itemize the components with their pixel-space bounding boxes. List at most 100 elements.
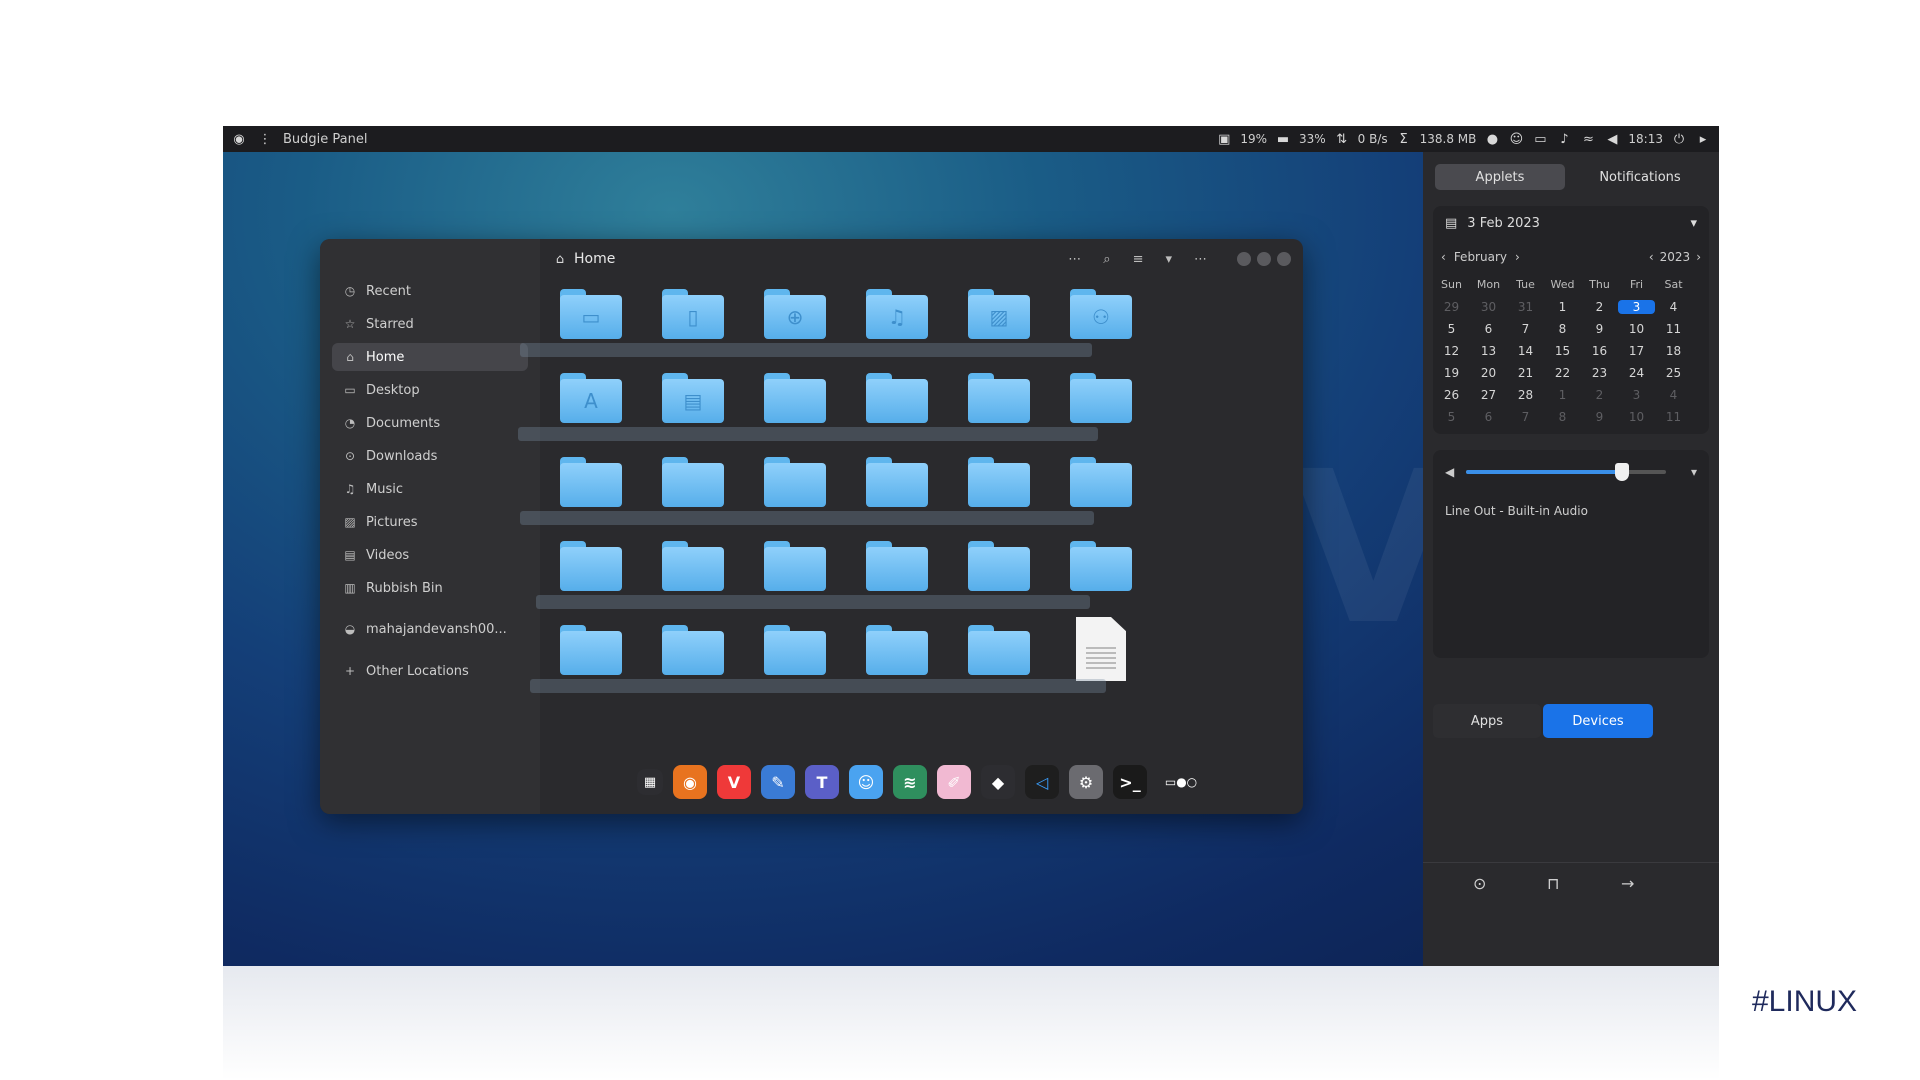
folder[interactable]: [866, 457, 928, 507]
calendar-day[interactable]: 5: [1433, 322, 1470, 336]
folder[interactable]: [662, 457, 724, 507]
calendar-day[interactable]: 6: [1470, 410, 1507, 424]
workspace-switcher-icon[interactable]: ▭●○: [1157, 765, 1205, 799]
folder[interactable]: [662, 541, 724, 591]
calendar-day[interactable]: 3: [1618, 388, 1655, 402]
close-button[interactable]: [1277, 252, 1291, 266]
folder-public[interactable]: ⚇: [1070, 289, 1132, 339]
folder[interactable]: [560, 625, 622, 675]
tab-devices[interactable]: Devices: [1543, 704, 1653, 738]
folder[interactable]: [866, 373, 928, 423]
calendar-day[interactable]: 21: [1507, 366, 1544, 380]
folder[interactable]: [764, 373, 826, 423]
prev-month-icon[interactable]: ‹: [1441, 250, 1446, 264]
folder[interactable]: [866, 625, 928, 675]
text-file-icon[interactable]: [1076, 617, 1126, 681]
folder[interactable]: [764, 541, 826, 591]
calendar-day[interactable]: 4: [1655, 300, 1692, 314]
tab-applets[interactable]: Applets: [1435, 164, 1565, 190]
sidebar-item-desktop[interactable]: ▭ Desktop: [332, 376, 528, 404]
more-menu-icon[interactable]: ⋯: [1068, 252, 1081, 267]
folder[interactable]: [764, 457, 826, 507]
location-title[interactable]: Home: [574, 251, 615, 267]
calendar-day[interactable]: 26: [1433, 388, 1470, 402]
folder-pictures[interactable]: ▨: [968, 289, 1030, 339]
calendar-day[interactable]: 8: [1544, 410, 1581, 424]
calendar-day[interactable]: 8: [1544, 322, 1581, 336]
calendar-day[interactable]: 30: [1470, 300, 1507, 314]
calendar-day[interactable]: 22: [1544, 366, 1581, 380]
calendar-day[interactable]: 2: [1581, 388, 1618, 402]
calendar-day[interactable]: 9: [1581, 410, 1618, 424]
sidebar-item-videos[interactable]: ▤ Videos: [332, 541, 528, 569]
calendar-day[interactable]: 7: [1507, 410, 1544, 424]
chevron-down-icon[interactable]: ▾: [1691, 465, 1697, 479]
tab-notifications[interactable]: Notifications: [1573, 164, 1707, 190]
next-year-icon[interactable]: ›: [1696, 250, 1701, 264]
emoji-icon[interactable]: ☺: [1508, 131, 1524, 147]
folder[interactable]: [968, 625, 1030, 675]
sidebar-item-documents[interactable]: ◔ Documents: [332, 409, 528, 437]
calendar-day[interactable]: 31: [1507, 300, 1544, 314]
folder[interactable]: [560, 541, 622, 591]
folder[interactable]: [1070, 457, 1132, 507]
logout-icon[interactable]: →: [1621, 874, 1634, 893]
clock[interactable]: 18:13: [1628, 132, 1663, 146]
sidebar-item-rubbish-bin[interactable]: ▥ Rubbish Bin: [332, 574, 528, 602]
window-icon[interactable]: ▭: [1532, 131, 1548, 147]
chevron-down-icon[interactable]: ▾: [1165, 252, 1172, 267]
sidebar-item-downloads[interactable]: ⊙ Downloads: [332, 442, 528, 470]
notes-icon[interactable]: ✐: [937, 765, 971, 799]
calendar-day[interactable]: 25: [1655, 366, 1692, 380]
sidebar-item-home[interactable]: ⌂ Home: [332, 343, 528, 371]
maximize-button[interactable]: [1257, 252, 1271, 266]
folder-music[interactable]: ♫: [866, 289, 928, 339]
settings-icon[interactable]: ⚙: [1069, 765, 1103, 799]
folder[interactable]: [662, 625, 724, 675]
audio-output-label[interactable]: Line Out - Built-in Audio: [1445, 504, 1588, 518]
next-month-icon[interactable]: ›: [1515, 250, 1520, 264]
folder[interactable]: [764, 625, 826, 675]
search-icon[interactable]: ⌕: [1103, 252, 1110, 267]
terminal-icon[interactable]: >_: [1113, 765, 1147, 799]
lock-icon[interactable]: ⊓: [1547, 874, 1559, 893]
volume-slider[interactable]: [1466, 463, 1667, 481]
calendar-day[interactable]: 1: [1544, 300, 1581, 314]
calendar-day[interactable]: 27: [1470, 388, 1507, 402]
vscode-icon[interactable]: ◁: [1025, 765, 1059, 799]
calendar-day[interactable]: 14: [1507, 344, 1544, 358]
calendar-day[interactable]: 10: [1618, 410, 1655, 424]
calendar-day[interactable]: 18: [1655, 344, 1692, 358]
calendar-day[interactable]: 3: [1618, 300, 1655, 314]
folder[interactable]: [1070, 541, 1132, 591]
calendar-day[interactable]: 11: [1655, 410, 1692, 424]
calendar-day[interactable]: 11: [1655, 322, 1692, 336]
folder[interactable]: [866, 541, 928, 591]
volume-knob[interactable]: [1615, 463, 1630, 481]
calendar-day[interactable]: 20: [1470, 366, 1507, 380]
calendar-day[interactable]: 10: [1618, 322, 1655, 336]
sidebar-item-starred[interactable]: ☆ Starred: [332, 310, 528, 338]
calendar-day[interactable]: 7: [1507, 322, 1544, 336]
home-icon[interactable]: ⌂: [552, 251, 568, 267]
calendar-day[interactable]: 5: [1433, 410, 1470, 424]
share-icon[interactable]: ⋮: [257, 131, 273, 147]
folder[interactable]: [968, 541, 1030, 591]
calendar-day[interactable]: 6: [1470, 322, 1507, 336]
calendar-day[interactable]: 23: [1581, 366, 1618, 380]
settings-icon[interactable]: ⊙: [1473, 874, 1486, 893]
layers-icon[interactable]: ≋: [893, 765, 927, 799]
folder-videos[interactable]: ▤: [662, 373, 724, 423]
folder[interactable]: [1070, 373, 1132, 423]
folder-downloads[interactable]: ⊕: [764, 289, 826, 339]
chevron-down-icon[interactable]: ▾: [1690, 216, 1697, 231]
calendar-day[interactable]: 2: [1581, 300, 1618, 314]
calendar-day[interactable]: 15: [1544, 344, 1581, 358]
options-icon[interactable]: ⋯: [1194, 252, 1207, 267]
calendar-day[interactable]: 12: [1433, 344, 1470, 358]
minimize-button[interactable]: [1237, 252, 1251, 266]
sketch-icon[interactable]: ◆: [981, 765, 1015, 799]
folder-templates[interactable]: A: [560, 373, 622, 423]
power-icon[interactable]: ⏻: [1671, 131, 1687, 147]
folder[interactable]: [968, 373, 1030, 423]
